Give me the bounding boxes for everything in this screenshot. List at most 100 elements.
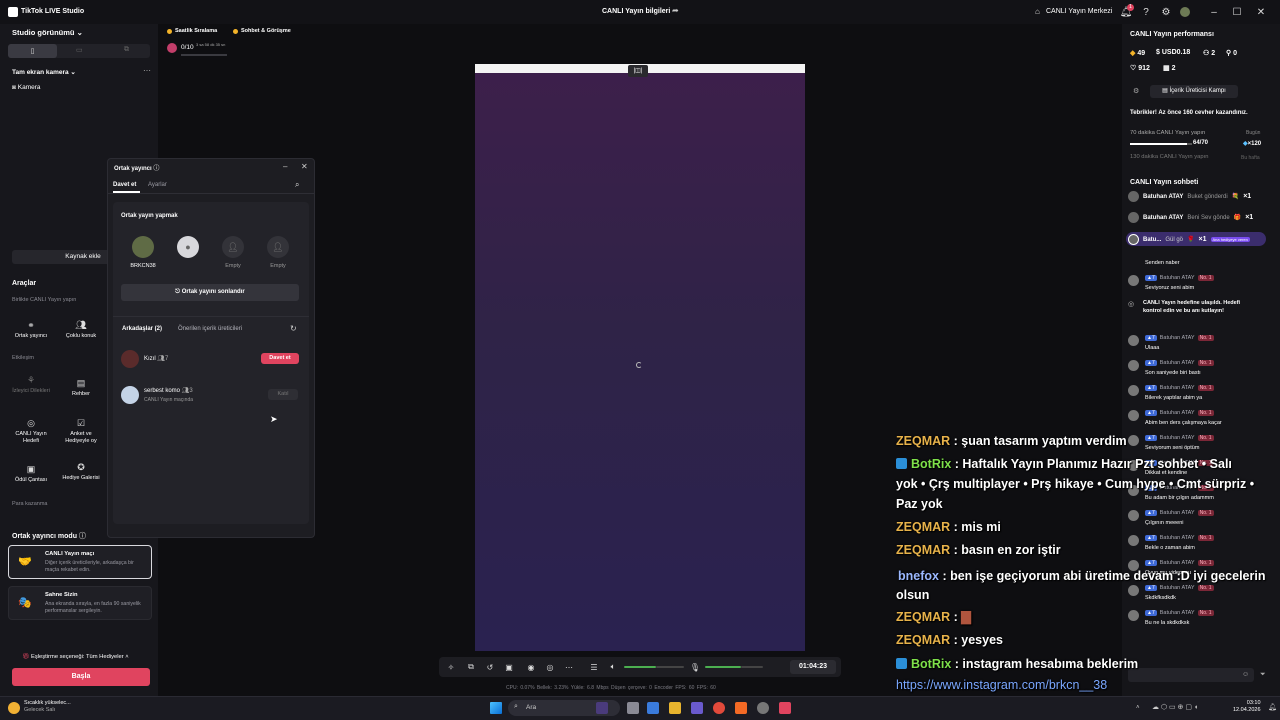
task-view-icon[interactable] bbox=[627, 702, 639, 714]
stream-preview[interactable] bbox=[475, 64, 805, 651]
stream-info-button[interactable]: CANLI Yayın bilgileri bbox=[602, 8, 670, 15]
book-icon: ▤ bbox=[76, 378, 86, 388]
emoji-icon[interactable]: ☺ bbox=[1242, 671, 1249, 678]
overlay-text: : bbox=[950, 610, 958, 624]
weather-widget[interactable]: Sıcaklık yükselec... Gelecek Salı bbox=[24, 700, 71, 714]
effects-icon[interactable]: ✧ bbox=[445, 661, 457, 673]
refresh-icon[interactable]: ↻ bbox=[290, 324, 297, 333]
maximize-icon[interactable]: ☐ bbox=[1231, 6, 1243, 18]
avatar bbox=[1128, 610, 1139, 621]
file-explorer-icon[interactable] bbox=[669, 702, 681, 714]
speaker-volume-slider[interactable] bbox=[624, 666, 656, 668]
portrait-view-tab[interactable]: ▯ bbox=[8, 44, 57, 58]
close-icon[interactable]: ✕ bbox=[1255, 6, 1267, 18]
chrome-icon[interactable] bbox=[713, 702, 725, 714]
gift-icon: 🎁 bbox=[1233, 215, 1242, 221]
chevron-up-icon: ˄ bbox=[125, 654, 129, 660]
windows-start-icon[interactable] bbox=[490, 702, 502, 714]
slot-label: Empty bbox=[225, 263, 241, 269]
creator-camp-button[interactable]: ▤ İçerik Üreticisi Kampı bbox=[1150, 85, 1238, 98]
screen-icon[interactable]: ▣ bbox=[503, 661, 515, 673]
cohost-slot[interactable]: BRKCN38 bbox=[128, 236, 158, 269]
chat-input[interactable] bbox=[1128, 668, 1254, 682]
tab-friends[interactable]: Arkadaşlar (2) bbox=[122, 326, 162, 332]
user-settings-icon[interactable]: ⚙ bbox=[1133, 87, 1139, 95]
tool-poll[interactable]: ☑ Anket ve Hediyeyle oy bbox=[59, 418, 103, 444]
tab-settings[interactable]: Ayarlar bbox=[148, 182, 167, 188]
cohost-slot-empty[interactable]: 👤︎ Empty bbox=[263, 236, 293, 269]
friend-name: serbest komo bbox=[144, 388, 181, 394]
clock[interactable]: 03:10 12.04.2026 bbox=[1233, 700, 1261, 714]
chat-message-header: ▲7 Batuhan ATAY No. 1 bbox=[1145, 510, 1214, 516]
tool-live-goal[interactable]: ◎ CANLI Yayın Hedefi bbox=[9, 418, 53, 444]
stat-value: 2 bbox=[1211, 50, 1216, 57]
level-badge: ▲7 bbox=[1145, 335, 1157, 341]
scene-dropdown[interactable]: Tam ekran kamera ⌄ bbox=[12, 68, 76, 76]
tool-guide[interactable]: ▤ Rehber bbox=[59, 378, 103, 398]
close-icon[interactable]: ✕ bbox=[301, 162, 308, 171]
dollar-icon: $ bbox=[1156, 49, 1160, 56]
minimize-icon[interactable]: – bbox=[283, 162, 287, 171]
tool-reward-bag[interactable]: ▣ Ödül Çantası bbox=[9, 464, 53, 484]
pairing-option[interactable]: 🎁︎ Eşleştirme seçeneği: Tüm Hediyeler ˄ bbox=[22, 654, 129, 660]
studio-view-dropdown[interactable]: Studio görünümü ⌄ bbox=[12, 28, 83, 37]
mic-volume-slider[interactable] bbox=[705, 666, 741, 668]
help-icon[interactable]: ? bbox=[1140, 6, 1152, 18]
tiktok-live-icon[interactable] bbox=[779, 702, 791, 714]
gear-icon[interactable]: ⚙ bbox=[1160, 6, 1172, 18]
time: 03:10 bbox=[1246, 700, 1261, 706]
mode-desc: Ana ekranda sırayla, en fazla 90 saniyel… bbox=[45, 601, 141, 614]
source-camera[interactable]: ◙ Kamera bbox=[12, 84, 41, 91]
tab-suggested-creators[interactable]: Önerilen içerik üreticileri bbox=[178, 326, 242, 332]
avatar bbox=[1128, 191, 1139, 202]
minimize-icon[interactable]: – bbox=[1208, 6, 1220, 18]
chat-call-button[interactable]: Sohbet & Görüşme bbox=[233, 26, 291, 36]
avatar[interactable] bbox=[1180, 7, 1190, 17]
microphone-icon[interactable]: 🎙︎ bbox=[689, 661, 701, 673]
tool-viewer-wishes[interactable]: ⚘ İzleyici Dilekleri bbox=[9, 375, 53, 395]
mode-stage[interactable]: 🎭 Sahne Sizin Ana ekranda sırayla, en fa… bbox=[8, 586, 152, 620]
app-icon[interactable] bbox=[757, 702, 769, 714]
notification-icon[interactable]: 🔔︎ bbox=[1268, 703, 1277, 711]
record-icon[interactable]: ◉ bbox=[525, 661, 537, 673]
landscape-view-tab[interactable]: ▭ bbox=[76, 46, 83, 54]
dialog-title-text: Ortak yayıncı bbox=[114, 166, 152, 172]
pill-label: Sohbet & Görüşme bbox=[241, 28, 291, 34]
start-button[interactable]: Başla bbox=[12, 668, 150, 686]
filter-icon[interactable]: ⏷ bbox=[1260, 671, 1266, 679]
cohost-slot-empty[interactable]: 👤︎ Empty bbox=[218, 236, 248, 269]
share-icon[interactable]: ➦ bbox=[672, 6, 679, 15]
chat-username: Batuhan ATAY bbox=[1159, 385, 1195, 391]
more-icon[interactable]: ⋯ bbox=[563, 661, 575, 673]
mode-live-match[interactable]: 🤝 CANLI Yayın maçı Diğer içerik üreticil… bbox=[8, 545, 152, 579]
overlay-username: BotRix bbox=[911, 657, 952, 671]
search-icon[interactable]: ⌕ bbox=[295, 180, 299, 190]
live-center-button[interactable]: CANLI Yayın Merkezi bbox=[1046, 8, 1112, 15]
tab-invite[interactable]: Davet et bbox=[113, 182, 136, 188]
speaker-icon[interactable]: 🔈︎ bbox=[607, 661, 619, 673]
tool-cohost[interactable]: ⚭ Ortak yayıncı bbox=[9, 320, 53, 340]
end-cohost-button[interactable]: ⎋ Ortak yayını sonlandır bbox=[121, 284, 299, 301]
tool-multi-guest[interactable]: 👥︎ Çoklu konuk bbox=[59, 320, 103, 340]
brave-icon[interactable] bbox=[735, 702, 747, 714]
overlay-text: : yesyes bbox=[950, 633, 1003, 647]
tray-chevron-icon[interactable]: ˄ bbox=[1136, 705, 1140, 711]
discord-icon[interactable] bbox=[691, 702, 703, 714]
hourly-ranking-button[interactable]: Saatlik Sıralama bbox=[167, 26, 217, 36]
join-button[interactable]: Katıl bbox=[268, 389, 298, 400]
dual-view-tab[interactable]: ⧉ bbox=[124, 46, 129, 54]
layout-icon[interactable]: ⧉ bbox=[465, 661, 477, 673]
counter-bar bbox=[181, 54, 227, 56]
settings-sliders-icon[interactable]: ☰ bbox=[588, 661, 600, 673]
camera-switch-icon[interactable]: ◎ bbox=[544, 661, 556, 673]
invite-button[interactable]: Davet et bbox=[261, 353, 299, 364]
tool-gift-gallery[interactable]: ✪ Hediye Galerisi bbox=[59, 462, 103, 482]
copilot-icon[interactable] bbox=[647, 702, 659, 714]
replay-icon[interactable]: ↺ bbox=[484, 661, 496, 673]
more-icon[interactable]: ⋯ bbox=[143, 66, 151, 75]
layout-handle-icon[interactable]: |◫| bbox=[628, 65, 648, 77]
user-plus-icon: ⚲ bbox=[1226, 50, 1232, 57]
followers-stat: ⚲ 0 bbox=[1226, 49, 1237, 57]
cohost-slot[interactable]: ● bbox=[173, 236, 203, 263]
chat-username: Batuhan ATAY bbox=[1159, 435, 1195, 441]
